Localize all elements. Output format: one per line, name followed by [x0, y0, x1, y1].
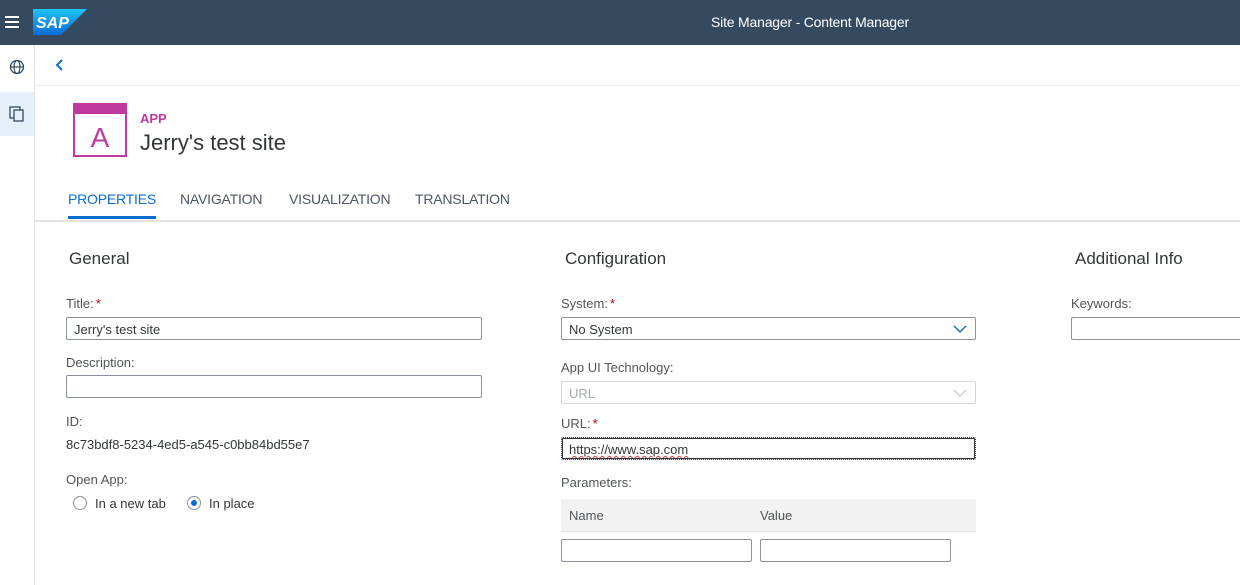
parameters-label: Parameters:	[561, 475, 632, 490]
system-label: System: *	[561, 296, 616, 311]
tab-navigation[interactable]: NAVIGATION	[180, 191, 262, 207]
url-label: URL: *	[561, 416, 598, 431]
object-type: APP	[140, 111, 167, 126]
radio-circle	[73, 496, 87, 510]
content-copy-icon	[9, 106, 24, 122]
keywords-label: Keywords:	[1071, 296, 1132, 311]
tab-visualization[interactable]: VISUALIZATION	[289, 191, 391, 207]
svg-text:A: A	[91, 122, 110, 153]
title-field[interactable]: Jerry's test site	[66, 317, 482, 340]
globe-icon	[9, 59, 25, 75]
parameters-table-header: Name Value	[561, 499, 976, 532]
shell-bar: SAP Site Manager - Content Manager	[0, 0, 1240, 45]
open-app-label: Open App:	[66, 472, 128, 487]
keywords-field[interactable]	[1071, 317, 1240, 340]
column-name: Name	[569, 508, 604, 523]
column-value: Value	[760, 508, 793, 523]
tab-translation[interactable]: TRANSLATION	[415, 191, 510, 207]
tab-bar: PROPERTIES NAVIGATION VISUALIZATION TRAN…	[35, 183, 1240, 222]
tech-select: URL	[561, 381, 976, 404]
param-value-input[interactable]	[760, 539, 951, 562]
tech-label: App UI Technology:	[561, 360, 674, 375]
title-label: Title: *	[66, 296, 101, 311]
chevron-down-icon	[953, 325, 967, 333]
additional-info-heading: Additional Info	[1075, 249, 1183, 268]
radio-circle-selected	[187, 496, 201, 510]
radio-label: In a new tab	[95, 495, 166, 511]
chevron-left-icon	[55, 59, 63, 71]
id-label: ID:	[66, 414, 83, 429]
radio-in-place[interactable]: In place	[187, 494, 255, 512]
description-label: Description:	[66, 355, 135, 370]
page-title: Jerry's test site	[140, 130, 287, 155]
sidenav-item-sites[interactable]	[0, 45, 34, 89]
description-field[interactable]	[66, 375, 482, 398]
radio-new-tab[interactable]: In a new tab	[73, 494, 166, 512]
chevron-down-icon	[953, 389, 967, 397]
param-name-input[interactable]	[561, 539, 752, 562]
tab-properties[interactable]: PROPERTIES	[68, 191, 156, 219]
sidenav-item-content[interactable]	[0, 92, 34, 136]
url-field[interactable]: https://www.sap.com	[561, 437, 976, 460]
app-icon: A	[73, 103, 127, 157]
app-title: Site Manager - Content Manager	[711, 14, 909, 30]
general-heading: General	[69, 249, 130, 268]
side-navigation	[0, 45, 35, 585]
back-bar	[35, 45, 1240, 86]
id-value: 8c73bdf8-5234-4ed5-a545-c0bb84bd55e7	[66, 437, 310, 452]
system-select[interactable]: No System	[561, 317, 976, 340]
radio-label: In place	[209, 495, 255, 511]
back-button[interactable]	[49, 54, 71, 76]
configuration-heading: Configuration	[565, 249, 667, 268]
